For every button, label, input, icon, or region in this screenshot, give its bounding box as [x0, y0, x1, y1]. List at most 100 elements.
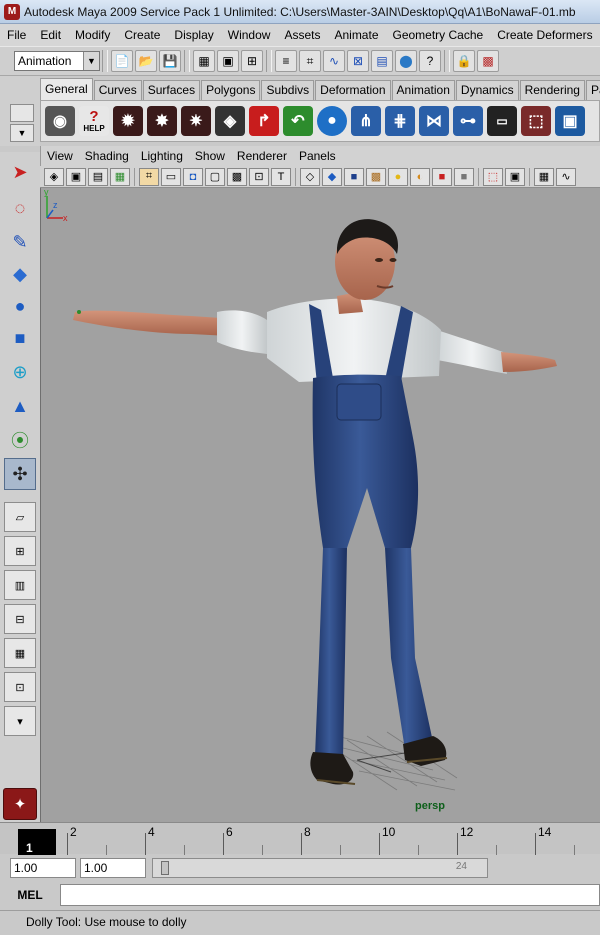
shelf-cube-icon[interactable]: ▣ [553, 104, 587, 138]
layout-persp-graph-hypergraph[interactable]: ⊡ [4, 672, 36, 702]
safe-action-icon[interactable]: ▩ [227, 167, 247, 186]
panel-menu-show[interactable]: Show [189, 149, 231, 163]
show-manipulator-tool[interactable]: ⦿ [4, 424, 36, 456]
maya-app-icon[interactable]: M [4, 3, 20, 20]
current-frame-marker[interactable]: 1 [18, 829, 56, 855]
snap-point-icon[interactable]: ⊠ [347, 50, 369, 72]
grid-icon[interactable]: ⌗ [139, 167, 159, 186]
menu-geometry-cache[interactable]: Geometry Cache [386, 24, 491, 46]
soft-mod-tool[interactable]: ▲ [4, 390, 36, 422]
tab-surfaces[interactable]: Surfaces [142, 80, 201, 100]
panel-menu-lighting[interactable]: Lighting [135, 149, 189, 163]
shelf-tab-toggle[interactable] [10, 104, 34, 122]
move-tool[interactable]: ◆ [4, 258, 36, 290]
shelf-sphere-icon[interactable]: ● [315, 104, 349, 138]
shelf-help-button[interactable]: ? HELP [77, 104, 111, 138]
tab-animation[interactable]: Animation [391, 80, 455, 100]
universal-manipulator-tool[interactable]: ⊕ [4, 356, 36, 388]
menu-display[interactable]: Display [167, 24, 220, 46]
tab-dynamics[interactable]: Dynamics [455, 80, 519, 100]
image-plane-icon[interactable]: ▦ [110, 167, 130, 186]
paint-select-tool[interactable]: ✎ [4, 226, 36, 258]
shelf-connection-icon[interactable]: ⬚ [519, 104, 553, 138]
time-slider[interactable]: 2 4 6 8 10 12 14 1 [0, 822, 600, 855]
selection-mask-icon[interactable]: ≡ [275, 50, 297, 72]
menu-file[interactable]: File [0, 24, 33, 46]
rotate-tool[interactable]: ● [4, 290, 36, 322]
shelf-hypershade-icon[interactable]: ◉ [43, 104, 77, 138]
tab-subdivs[interactable]: Subdivs [261, 80, 315, 100]
shelf-batch-render-icon[interactable]: ✷ [179, 104, 213, 138]
layout-options-dropdown[interactable]: ▾ [4, 706, 36, 736]
select-camera-icon[interactable]: ◈ [44, 167, 64, 186]
menu-assets[interactable]: Assets [277, 24, 327, 46]
hud-icon[interactable]: T [271, 167, 291, 186]
snap-view-plane-icon[interactable]: ▤ [371, 50, 393, 72]
panel-menu-panels[interactable]: Panels [293, 149, 342, 163]
shelf-nodes-icon[interactable]: ⊶ [451, 104, 485, 138]
menu-set-dropdown[interactable]: Animation ▼ [14, 51, 100, 71]
history-icon[interactable]: ? [419, 50, 441, 72]
bookmarks-icon[interactable]: ▤ [88, 167, 108, 186]
select-tool[interactable]: ➤ [4, 156, 36, 188]
camera-attributes-icon[interactable]: ▣ [66, 167, 86, 186]
use-all-lights-icon[interactable]: ● [388, 167, 408, 186]
shelf-render-icon[interactable]: ✹ [111, 104, 145, 138]
make-live-icon[interactable]: ⬤ [395, 50, 417, 72]
dolly-tool[interactable]: ✣ [4, 458, 36, 490]
menu-create-deformers[interactable]: Create Deformers [490, 24, 599, 46]
range-start-handle[interactable] [161, 861, 169, 875]
panel-menu-shading[interactable]: Shading [79, 149, 135, 163]
shelf-menu-button[interactable]: ▼ [10, 124, 34, 142]
menu-window[interactable]: Window [221, 24, 278, 46]
shelf-undo-icon[interactable]: ↶ [281, 104, 315, 138]
layout-single-pane[interactable]: ▱ [4, 502, 36, 532]
shelf-graph-icon[interactable]: ⋈ [417, 104, 451, 138]
textured-icon[interactable]: ▩ [366, 167, 386, 186]
menu-create[interactable]: Create [117, 24, 167, 46]
select-component-icon[interactable]: ⊞ [241, 50, 263, 72]
command-input[interactable] [60, 884, 600, 906]
panel-menu-renderer[interactable]: Renderer [231, 149, 293, 163]
backface-culling-icon[interactable]: ▦ [534, 167, 554, 186]
snap-curve-icon[interactable]: ∿ [323, 50, 345, 72]
playback-range-bar[interactable]: 24 [152, 858, 488, 878]
new-scene-icon[interactable]: 📄 [111, 50, 133, 72]
layout-four-panes[interactable]: ⊞ [4, 536, 36, 566]
shelf-script-editor-icon[interactable]: ▭ [485, 104, 519, 138]
xray-icon[interactable]: ⬚ [483, 167, 503, 186]
xray-joints-icon[interactable]: ▣ [505, 167, 525, 186]
select-object-icon[interactable]: ▣ [217, 50, 239, 72]
tab-painteffects[interactable]: PaintEffects [585, 80, 600, 100]
open-scene-icon[interactable]: 📂 [135, 50, 157, 72]
lasso-tool[interactable]: ◌ [4, 192, 36, 224]
high-quality-icon[interactable]: ■ [432, 167, 452, 186]
shelf-hierarchy-icon[interactable]: ⋔ [349, 104, 383, 138]
script-language-toggle[interactable]: MEL [0, 888, 60, 902]
tab-general[interactable]: General [40, 78, 93, 100]
snap-grid-icon[interactable]: ⌗ [299, 50, 321, 72]
shadows-icon[interactable]: ◐ [410, 167, 430, 186]
render-frame-icon[interactable]: ▩ [477, 50, 499, 72]
layout-outliner-persp[interactable]: ▥ [4, 570, 36, 600]
field-chart-icon[interactable]: ▢ [205, 167, 225, 186]
shelf-curve-tool-icon[interactable]: ↱ [247, 104, 281, 138]
tab-polygons[interactable]: Polygons [201, 80, 261, 100]
scale-tool[interactable]: ■ [4, 322, 36, 354]
safe-title-icon[interactable]: ⊡ [249, 167, 269, 186]
shelf-outliner-icon[interactable]: ⋕ [383, 104, 417, 138]
tab-deformation[interactable]: Deformation [315, 80, 391, 100]
panel-menu-view[interactable]: View [41, 149, 79, 163]
shelf-ipr-render-icon[interactable]: ✸ [145, 104, 179, 138]
layout-hypershade-persp[interactable]: ▦ [4, 638, 36, 668]
animation-start-field[interactable]: 1.00 [10, 858, 76, 878]
isolate-select-icon[interactable]: ■ [454, 167, 474, 186]
menu-animate[interactable]: Animate [327, 24, 385, 46]
smooth-wireframe-icon[interactable]: ∿ [556, 167, 576, 186]
shelf-camera-icon[interactable]: ◈ [213, 104, 247, 138]
tab-rendering[interactable]: Rendering [519, 80, 585, 100]
smooth-shade-icon[interactable]: ◆ [322, 167, 342, 186]
tab-curves[interactable]: Curves [93, 80, 142, 100]
menu-edit[interactable]: Edit [33, 24, 68, 46]
menu-modify[interactable]: Modify [68, 24, 117, 46]
